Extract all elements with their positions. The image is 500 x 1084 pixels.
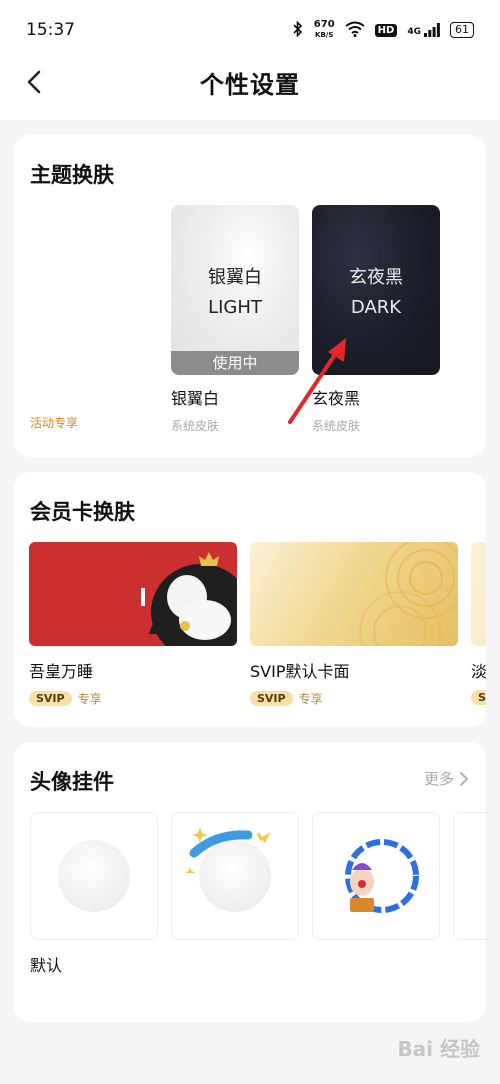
annotation-arrow-icon	[288, 338, 346, 424]
avatar-pendant-item[interactable]	[453, 812, 486, 940]
page-title: 个性设置	[200, 70, 300, 99]
chevron-left-icon	[27, 70, 41, 94]
theme-section-title: 主题换肤	[30, 163, 114, 187]
svip-badge: SVIP	[29, 691, 72, 706]
avatar-pendant-item[interactable]	[171, 812, 299, 940]
status-time: 15:37	[26, 20, 75, 40]
avatar-pendant-thumbnail[interactable]	[453, 812, 486, 940]
member-card-section: 会员卡换肤 吾皇万睡 SVIP 专享 SVIP默认卡面 SVIP 专享 淡 S	[14, 472, 486, 727]
vip-row: SVIP 专享	[29, 690, 237, 707]
network-type: 4G	[407, 27, 421, 37]
speed-value: 670	[313, 19, 335, 30]
theme-section: 主题换肤 活动专享 银翼白 LIGHT 使用中 银翼白 系统皮肤 玄夜黑 DAR…	[14, 135, 486, 457]
thumb-title: 银翼白	[208, 267, 262, 288]
chevron-right-icon	[460, 771, 468, 786]
thumb-subtitle: DARK	[350, 297, 402, 318]
thumb-subtitle: LIGHT	[208, 297, 262, 318]
speed-unit: KB/S	[315, 31, 334, 39]
member-card-thumbnail[interactable]	[250, 542, 458, 646]
exclusive-label: 专享	[298, 692, 323, 706]
promo-tag[interactable]: 活动专享	[30, 414, 78, 431]
signal-icon: 4G	[407, 23, 440, 37]
clown-pendant-icon	[345, 839, 419, 913]
avatar-pendant-thumbnail[interactable]	[30, 812, 158, 940]
status-icons: 670 KB/S HD 4G 61	[292, 20, 474, 40]
member-card-item[interactable]: 淡 S	[471, 542, 486, 705]
cat-illustration-icon	[141, 552, 237, 646]
bluetooth-icon	[292, 20, 304, 40]
nav-bar: 个性设置	[0, 44, 500, 120]
hd-badge: HD	[374, 23, 398, 37]
battery-indicator: 61	[450, 22, 474, 38]
member-card-name: 淡	[471, 662, 486, 681]
vip-row: SVIP 专享	[250, 690, 458, 707]
member-card-thumbnail[interactable]	[29, 542, 237, 646]
more-label: 更多	[423, 770, 454, 788]
avatar-pendant-item[interactable]	[312, 812, 440, 940]
member-card-name: SVIP默认卡面	[250, 662, 350, 681]
svip-badge: SVIP	[250, 691, 293, 706]
vip-row: S	[471, 690, 486, 705]
svip-badge: S	[471, 690, 486, 705]
avatar-pendant-thumbnail[interactable]	[312, 812, 440, 940]
wifi-icon	[345, 21, 365, 40]
exclusive-label: 专享	[77, 692, 102, 706]
watermark: Bai 经验	[397, 1037, 480, 1061]
avatar-placeholder	[58, 840, 130, 912]
network-speed: 670 KB/S	[314, 20, 335, 40]
member-card-thumbnail[interactable]	[471, 542, 486, 646]
ripple-pattern-icon	[359, 542, 458, 646]
member-section-title: 会员卡换肤	[30, 500, 135, 524]
back-button[interactable]	[18, 66, 50, 98]
more-link[interactable]: 更多	[424, 768, 468, 789]
avatar-pendant-label: 默认	[30, 956, 63, 975]
sparkle-pendant-icon	[186, 827, 271, 873]
thumb-title: 玄夜黑	[349, 267, 403, 288]
avatar-section-title: 头像挂件	[30, 770, 114, 794]
member-card-name: 吾皇万睡	[29, 662, 94, 681]
avatar-pendant-section: 头像挂件 更多 默认	[14, 742, 486, 1022]
member-card-item[interactable]: 吾皇万睡 SVIP 专享	[29, 542, 237, 707]
avatar-pendant-thumbnail[interactable]	[171, 812, 299, 940]
member-card-item[interactable]: SVIP默认卡面 SVIP 专享	[250, 542, 458, 707]
avatar-pendant-item[interactable]: 默认	[30, 812, 158, 976]
